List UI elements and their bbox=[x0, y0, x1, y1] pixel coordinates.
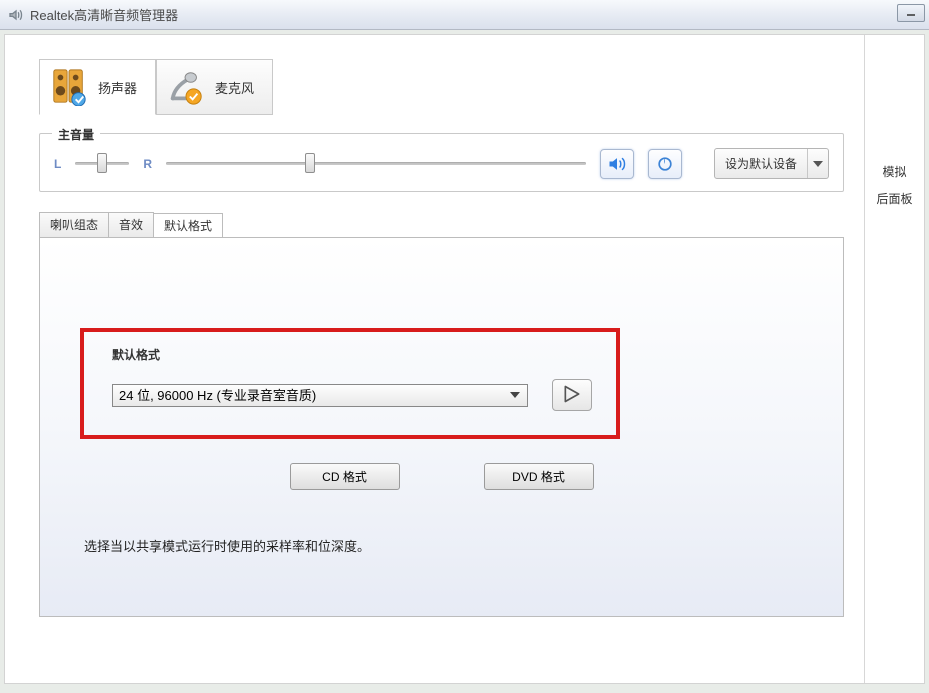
mute-button[interactable] bbox=[600, 149, 634, 179]
tab-default-format-label: 默认格式 bbox=[164, 219, 212, 233]
tab-sound-effects[interactable]: 音效 bbox=[108, 212, 154, 237]
volume-legend: 主音量 bbox=[52, 126, 100, 143]
tab-default-format[interactable]: 默认格式 bbox=[153, 213, 223, 238]
simulate-label: 模拟 bbox=[865, 163, 924, 180]
master-volume-group: 主音量 L R 设为默认设备 bbox=[39, 133, 844, 192]
speaker-icon bbox=[8, 7, 24, 23]
inner-tabs: 喇叭组态 音效 默认格式 bbox=[39, 212, 844, 237]
tab-sound-effects-label: 音效 bbox=[119, 218, 143, 232]
default-format-title: 默认格式 bbox=[112, 346, 592, 363]
format-row: 24 位, 96000 Hz (专业录音室音质) bbox=[112, 379, 592, 411]
tab-speakers[interactable]: 扬声器 bbox=[39, 59, 156, 115]
format-select[interactable]: 24 位, 96000 Hz (专业录音室音质) bbox=[112, 384, 528, 407]
tab-microphone[interactable]: 麦克风 bbox=[156, 59, 273, 115]
format-select-wrap: 24 位, 96000 Hz (专业录音室音质) bbox=[112, 384, 528, 407]
settings-button[interactable] bbox=[648, 149, 682, 179]
tab-speakers-label: 扬声器 bbox=[98, 78, 137, 97]
default-format-highlight: 默认格式 24 位, 96000 Hz (专业录音室音质) bbox=[80, 328, 620, 439]
tab-speaker-config-label: 喇叭组态 bbox=[50, 218, 98, 232]
minimize-button[interactable] bbox=[897, 4, 925, 22]
right-side-panel: 模拟 后面板 bbox=[864, 35, 924, 683]
window-body: 扬声器 麦克风 主音量 L bbox=[4, 34, 925, 684]
tab-speaker-config[interactable]: 喇叭组态 bbox=[39, 212, 109, 237]
speakers-icon bbox=[50, 68, 88, 106]
main-panel: 扬声器 麦克风 主音量 L bbox=[5, 35, 864, 683]
format-description: 选择当以共享模式运行时使用的采样率和位深度。 bbox=[84, 536, 799, 555]
balance-left-label: L bbox=[54, 157, 61, 171]
balance-right-label: R bbox=[143, 157, 152, 171]
set-default-device-dropdown[interactable]: 设为默认设备 bbox=[714, 148, 829, 179]
balance-slider[interactable] bbox=[75, 155, 129, 173]
chevron-down-icon bbox=[808, 161, 828, 167]
default-format-panel: 默认格式 24 位, 96000 Hz (专业录音室音质) bbox=[39, 237, 844, 617]
cd-format-button[interactable]: CD 格式 bbox=[290, 463, 400, 490]
window-title: Realtek高清晰音频管理器 bbox=[30, 5, 178, 24]
dvd-format-button[interactable]: DVD 格式 bbox=[484, 463, 594, 490]
set-default-label: 设为默认设备 bbox=[715, 149, 808, 178]
tab-microphone-label: 麦克风 bbox=[215, 78, 254, 97]
device-tabs: 扬声器 麦克风 bbox=[39, 59, 844, 115]
rear-panel-label: 后面板 bbox=[865, 190, 924, 207]
microphone-icon bbox=[167, 68, 205, 106]
preset-buttons: CD 格式 DVD 格式 bbox=[84, 463, 799, 490]
window-titlebar: Realtek高清晰音频管理器 bbox=[0, 0, 929, 30]
play-icon bbox=[562, 380, 582, 411]
window-controls bbox=[897, 4, 925, 22]
volume-slider[interactable] bbox=[166, 155, 586, 173]
test-play-button[interactable] bbox=[552, 379, 592, 411]
